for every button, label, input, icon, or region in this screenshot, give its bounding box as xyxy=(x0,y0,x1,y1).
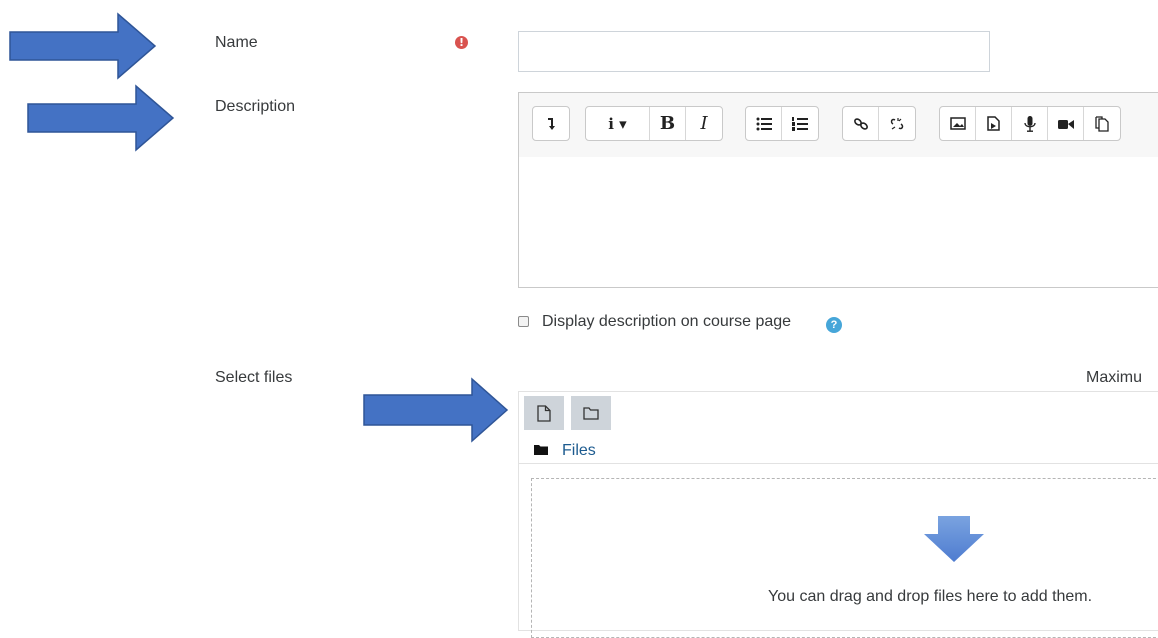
description-editor: i ▾ B I xyxy=(518,92,1158,288)
expand-icon[interactable] xyxy=(533,107,569,140)
link-icon[interactable] xyxy=(843,107,879,140)
annotation-arrow-files xyxy=(363,377,509,443)
annotation-arrow-name xyxy=(9,12,157,80)
record-audio-icon[interactable] xyxy=(1012,107,1048,140)
max-size-text: Maximu xyxy=(1086,369,1143,386)
description-textarea[interactable] xyxy=(519,157,1158,287)
toolbar-group-style: i ▾ B I xyxy=(585,106,723,141)
select-files-label: Select files xyxy=(215,369,293,386)
image-icon[interactable] xyxy=(940,107,976,140)
drop-instructions: You can drag and drop files here to add … xyxy=(768,588,1093,605)
filemanager-divider xyxy=(518,463,1158,464)
media-icon[interactable] xyxy=(976,107,1012,140)
display-description-checkbox[interactable] xyxy=(518,316,529,327)
record-video-icon[interactable] xyxy=(1048,107,1084,140)
manage-files-icon[interactable] xyxy=(1084,107,1120,140)
help-icon[interactable]: ? xyxy=(826,317,842,333)
folder-outline-icon xyxy=(583,407,599,420)
ordered-list-icon[interactable] xyxy=(782,107,818,140)
files-breadcrumb-link[interactable]: Files xyxy=(562,442,596,460)
info-dropdown-icon[interactable]: i ▾ xyxy=(586,107,650,140)
description-label: Description xyxy=(215,98,296,115)
name-label: Name xyxy=(215,34,258,51)
folder-icon xyxy=(534,445,548,455)
bold-icon[interactable]: B xyxy=(650,107,686,140)
editor-toolbar: i ▾ B I xyxy=(519,93,1158,158)
toolbar-group-media xyxy=(939,106,1121,141)
italic-icon[interactable]: I xyxy=(686,107,722,140)
toolbar-group-links xyxy=(842,106,916,141)
create-folder-button[interactable] xyxy=(571,396,611,430)
toolbar-group-lists xyxy=(745,106,819,141)
annotation-arrow-description xyxy=(27,84,175,152)
add-file-button[interactable] xyxy=(524,396,564,430)
unlink-icon[interactable] xyxy=(879,107,915,140)
download-arrow-icon xyxy=(924,516,984,562)
name-input[interactable] xyxy=(518,31,990,72)
unordered-list-icon[interactable] xyxy=(746,107,782,140)
display-description-label: Display description on course page xyxy=(542,313,792,330)
required-icon: ! xyxy=(455,36,468,49)
toolbar-group-expand xyxy=(532,106,570,141)
file-dropzone[interactable] xyxy=(531,478,1158,638)
file-icon xyxy=(537,404,551,422)
